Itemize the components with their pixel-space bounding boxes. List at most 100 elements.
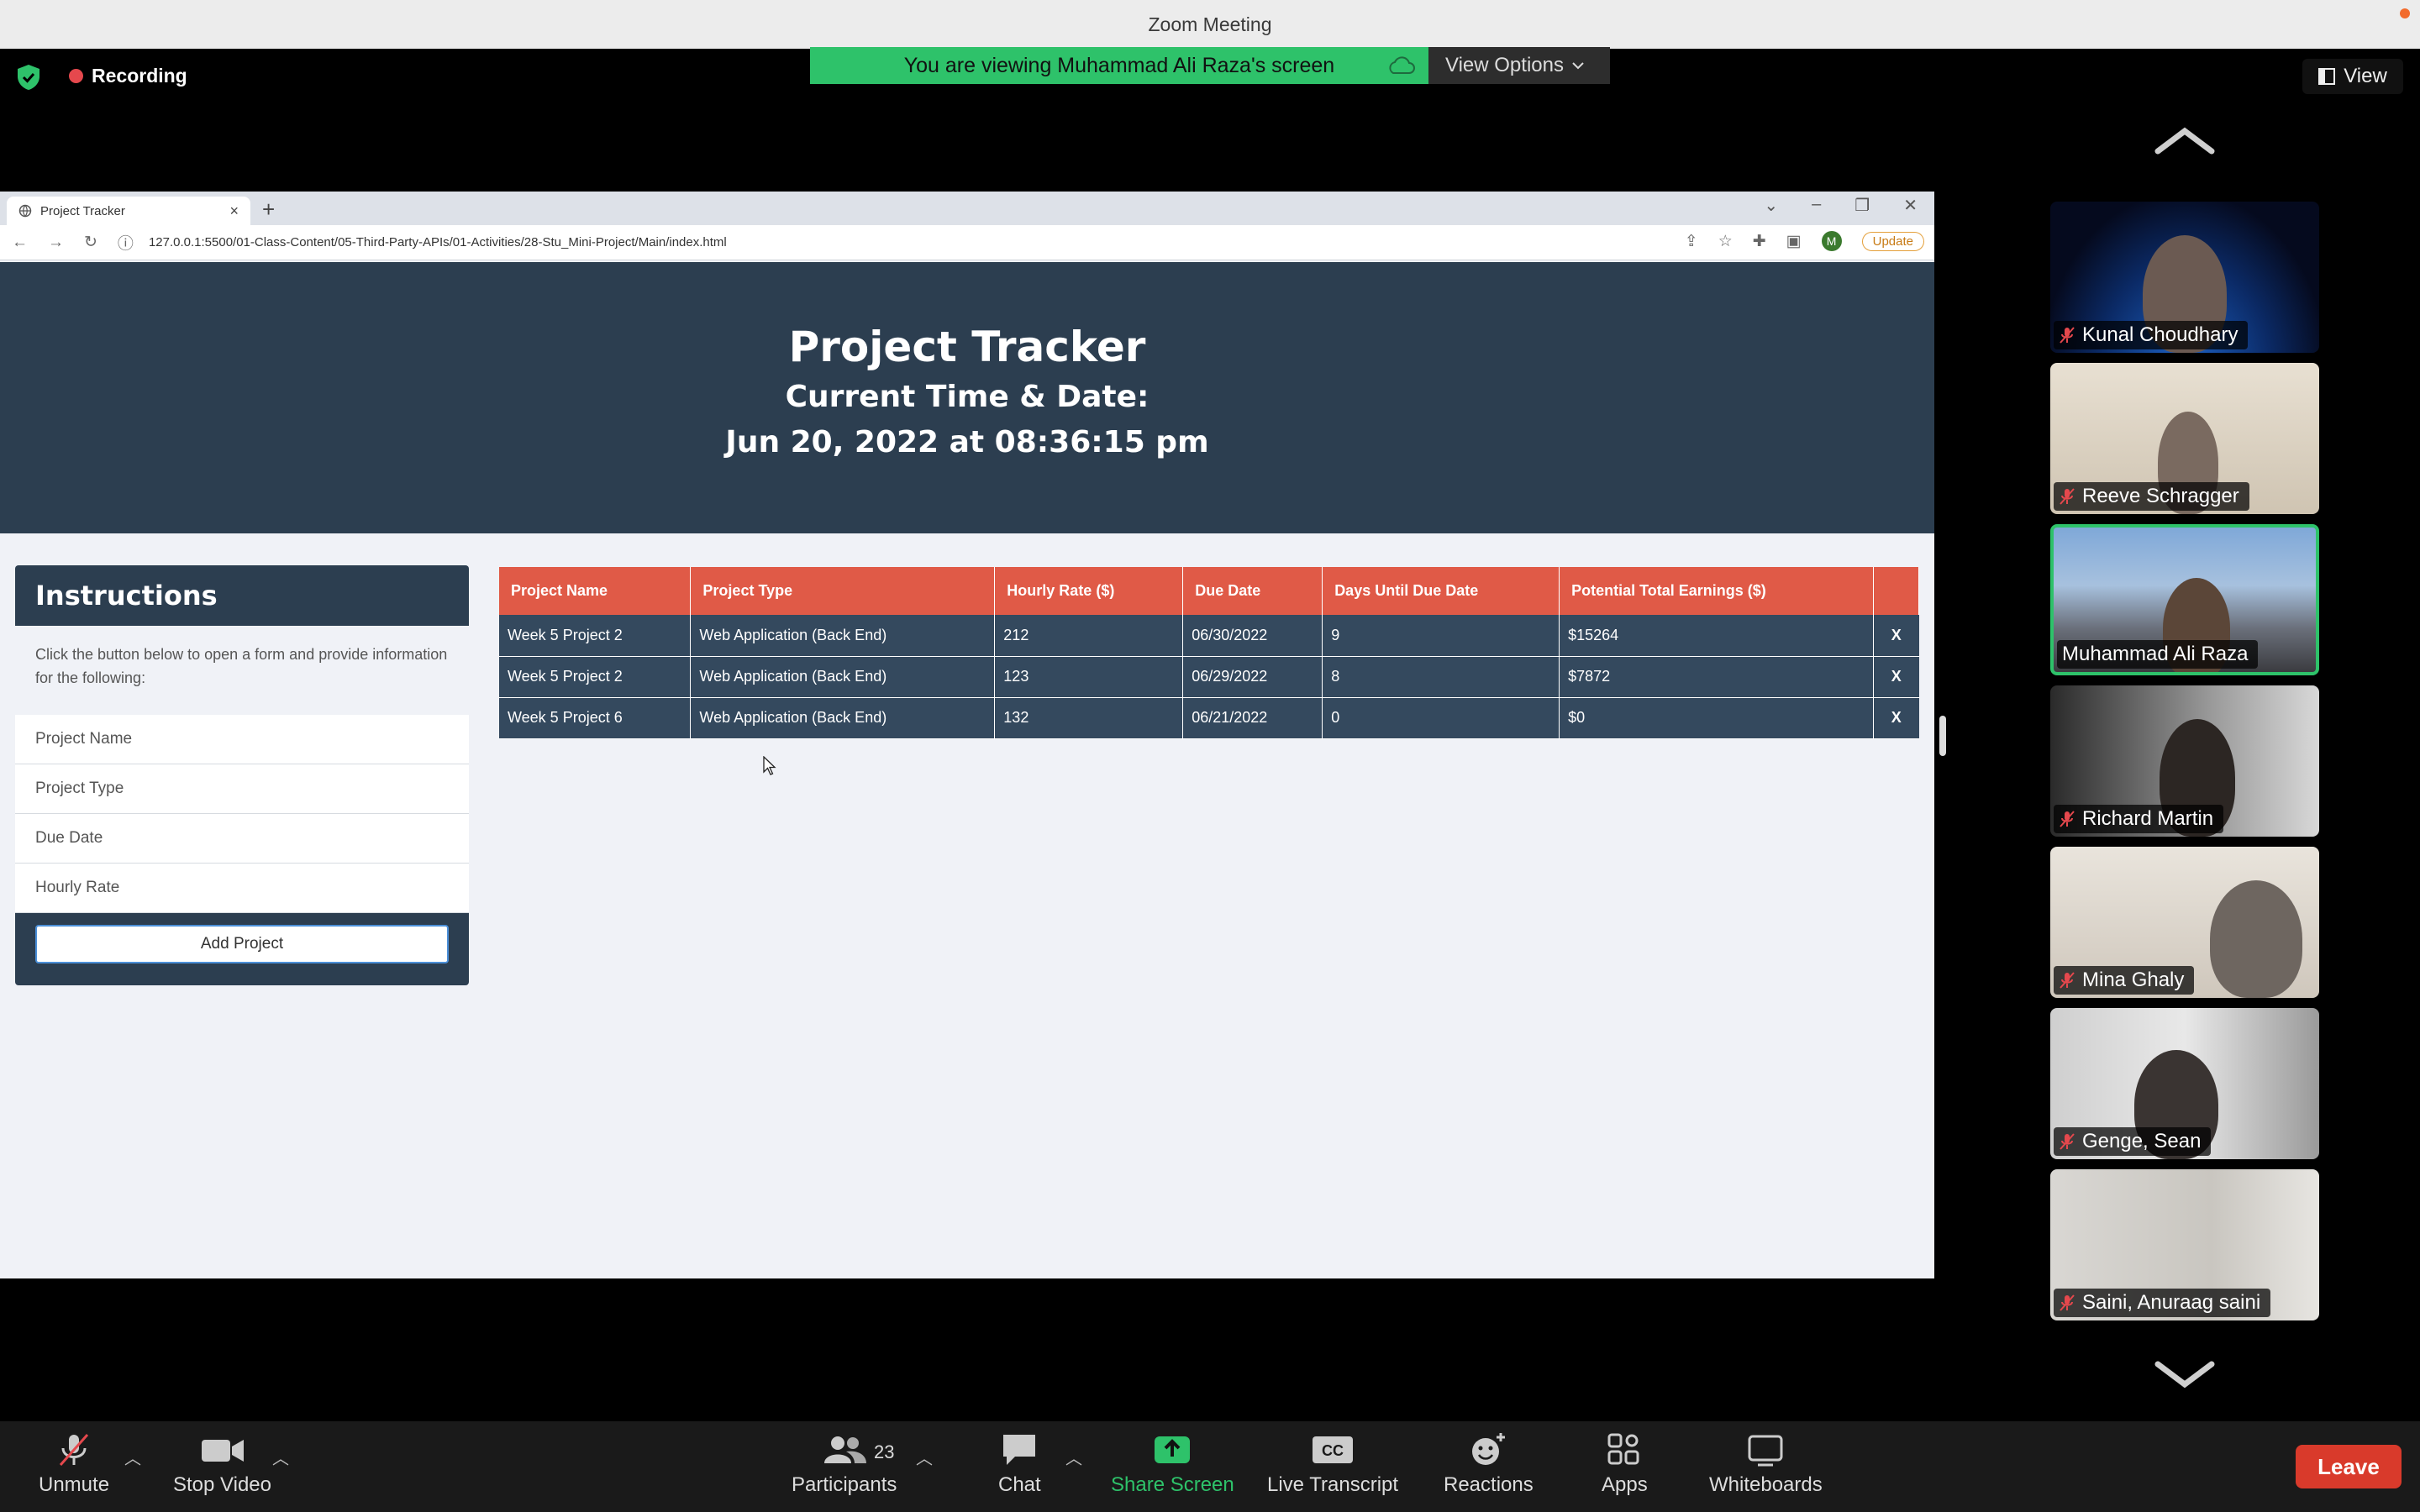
url-text[interactable]: 127.0.0.1:5500/01-Class-Content/05-Third… (149, 235, 727, 249)
close-tab-icon[interactable]: × (229, 202, 239, 220)
unmute-label: Unmute (39, 1473, 110, 1496)
participants-label: Participants (792, 1473, 897, 1496)
gallery-scroll-up-icon[interactable] (2154, 126, 2215, 155)
meeting-toolbar: Unmute ︿ Stop Video ︿ Participants 23 ︿ … (0, 1421, 2420, 1512)
leave-meeting-button[interactable]: Leave (2296, 1445, 2402, 1488)
cloud-icon (1389, 56, 1415, 74)
cell-potential-earnings: $7872 (1559, 656, 1874, 698)
chat-bubble-icon (1003, 1435, 1036, 1465)
smiley-plus-icon (1472, 1433, 1506, 1465)
viewing-banner: You are viewing Muhammad Ali Raza's scre… (810, 47, 1428, 84)
apps-label: Apps (1602, 1473, 1648, 1496)
chat-button[interactable]: Chat (998, 1431, 1041, 1497)
participant-name: Richard Martin (2082, 807, 2214, 830)
participant-tile[interactable]: Richard Martin (2050, 685, 2319, 837)
recording-dot-icon (69, 68, 83, 83)
participants-icon (823, 1436, 866, 1463)
column-header (1873, 567, 1920, 615)
window-title: Zoom Meeting (1148, 13, 1272, 35)
participant-name-label: Genge, Sean (2054, 1127, 2212, 1156)
participant-tile[interactable]: Saini, Anuraag saini (2050, 1169, 2319, 1320)
stop-video-button[interactable]: Stop Video (173, 1431, 271, 1497)
side-panel-icon[interactable]: ▣ (1786, 232, 1802, 251)
table-row: Week 5 Project 2 Web Application (Back E… (499, 615, 1919, 657)
audio-options-caret-icon[interactable]: ︿ (124, 1445, 141, 1469)
participant-tile[interactable]: Mina Ghaly (2050, 847, 2319, 998)
delete-row-button[interactable]: X (1873, 615, 1919, 657)
page-title: Project Tracker (788, 323, 1146, 371)
live-transcript-button[interactable]: CC Live Transcript (1267, 1431, 1398, 1497)
cell-days-until-due: 9 (1322, 615, 1560, 657)
security-shield-icon[interactable] (17, 64, 40, 91)
reload-icon[interactable]: ↻ (84, 233, 97, 252)
participant-name-label: Richard Martin (2054, 805, 2224, 833)
page-header: Project Tracker Current Time & Date: Jun… (0, 262, 1934, 533)
layout-icon (2318, 68, 2336, 85)
field-due-date: Due Date (15, 814, 469, 864)
field-hourly-rate: Hourly Rate (15, 864, 469, 913)
live-transcript-label: Live Transcript (1267, 1473, 1399, 1496)
muted-mic-icon (2060, 488, 2075, 505)
view-label: View (2344, 65, 2387, 87)
cell-due-date: 06/29/2022 (1182, 656, 1323, 698)
cc-badge-text: CC (1322, 1442, 1344, 1459)
forward-icon[interactable]: → (48, 234, 64, 252)
back-icon[interactable]: ← (12, 234, 28, 252)
participant-name-label: Muhammad Ali Raza (2057, 640, 2259, 669)
close-window-icon[interactable]: ✕ (1903, 195, 1918, 216)
browser-tab[interactable]: Project Tracker × (7, 197, 250, 225)
participant-tile[interactable]: Kunal Choudhary (2050, 202, 2319, 353)
closed-caption-icon: CC (1313, 1436, 1354, 1463)
site-info-icon[interactable]: ⓘ (118, 231, 134, 254)
video-options-caret-icon[interactable]: ︿ (272, 1445, 289, 1469)
table-row: Week 5 Project 6 Web Application (Back E… (499, 697, 1919, 739)
delete-row-button[interactable]: X (1873, 656, 1919, 698)
participant-name: Mina Ghaly (2082, 969, 2185, 991)
participants-options-caret-icon[interactable]: ︿ (916, 1445, 933, 1469)
whiteboards-label: Whiteboards (1709, 1473, 1823, 1496)
share-screen-button[interactable]: Share Screen (1111, 1431, 1234, 1497)
column-header: Project Type (690, 567, 996, 615)
cell-days-until-due: 8 (1322, 656, 1560, 698)
field-project-name: Project Name (15, 715, 469, 764)
recording-indicator[interactable]: Recording (69, 64, 187, 87)
reactions-button[interactable]: Reactions (1444, 1431, 1534, 1497)
cell-project-name: Week 5 Project 2 (499, 615, 692, 657)
participant-name-label: Kunal Choudhary (2054, 321, 2249, 349)
minimize-icon[interactable]: – (1812, 195, 1821, 216)
muted-microphone-icon (59, 1434, 89, 1466)
column-header: Project Name (499, 567, 692, 615)
split-view-drag-handle[interactable] (1939, 716, 1946, 756)
unmute-button[interactable]: Unmute (39, 1431, 109, 1497)
gallery-scroll-down-icon[interactable] (2154, 1361, 2215, 1389)
apps-button[interactable]: Apps (1602, 1431, 1648, 1497)
add-project-button[interactable]: Add Project (35, 925, 449, 963)
update-button[interactable]: Update (1861, 231, 1924, 251)
share-icon[interactable]: ⇪ (1685, 232, 1698, 251)
participant-tile[interactable]: Reeve Schragger (2050, 363, 2319, 514)
reactions-label: Reactions (1444, 1473, 1534, 1496)
whiteboards-button[interactable]: Whiteboards (1709, 1431, 1823, 1497)
participant-count: 23 (874, 1441, 895, 1462)
participant-tile-active-speaker[interactable]: Muhammad Ali Raza (2050, 524, 2319, 675)
cell-days-until-due: 0 (1322, 697, 1560, 739)
muted-mic-icon (2060, 1294, 2075, 1311)
stop-video-label: Stop Video (173, 1473, 271, 1496)
bookmark-star-icon[interactable]: ☆ (1718, 232, 1733, 251)
restore-icon[interactable]: ❐ (1854, 195, 1870, 216)
new-tab-icon[interactable]: + (262, 197, 275, 223)
delete-row-button[interactable]: X (1873, 697, 1919, 739)
notification-dot (2400, 8, 2410, 18)
chat-options-caret-icon[interactable]: ︿ (1065, 1445, 1082, 1469)
shared-screen-browser: Project Tracker × + ⌄ – ❐ ✕ ← → ↻ ⓘ 127.… (0, 192, 1934, 1278)
muted-mic-icon (2060, 972, 2075, 989)
participant-name-label: Saini, Anuraag saini (2054, 1289, 2271, 1317)
tab-search-icon[interactable]: ⌄ (1764, 195, 1778, 216)
participant-tile[interactable]: Genge, Sean (2050, 1008, 2319, 1159)
cell-hourly-rate: 123 (994, 656, 1184, 698)
cell-potential-earnings: $15264 (1559, 615, 1874, 657)
view-button[interactable]: View (2302, 59, 2403, 94)
view-options-button[interactable]: View Options (1428, 47, 1610, 84)
extensions-icon[interactable]: ✚ (1753, 232, 1766, 251)
profile-avatar[interactable]: M (1821, 231, 1842, 251)
